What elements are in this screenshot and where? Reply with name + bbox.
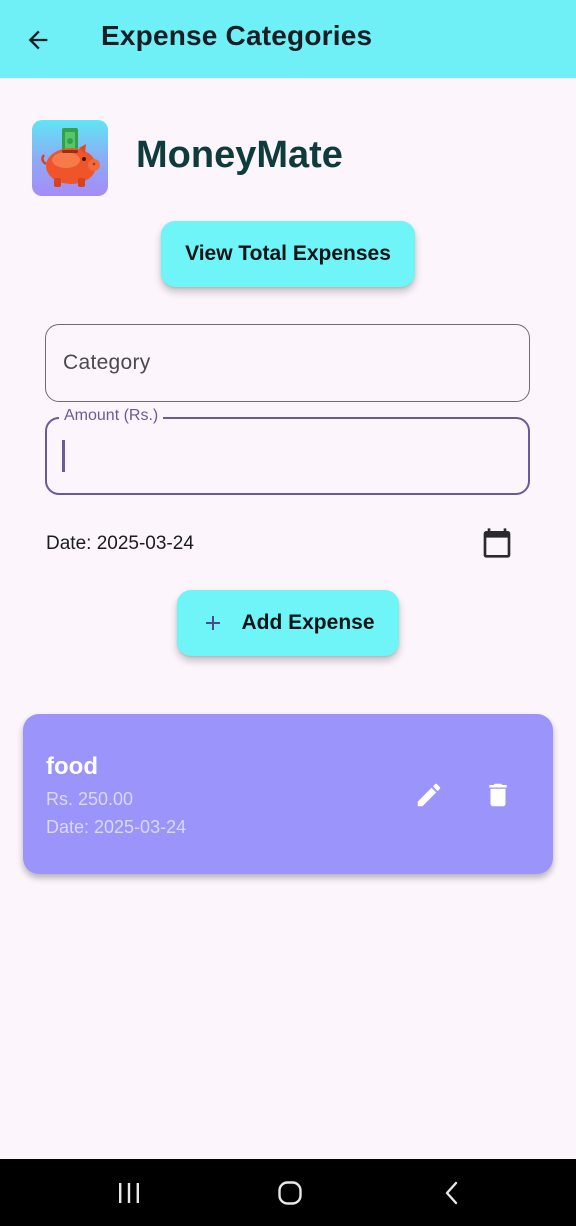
recent-apps-icon bbox=[119, 1183, 139, 1203]
app-logo bbox=[32, 120, 108, 196]
home-button[interactable] bbox=[270, 1177, 310, 1209]
expense-amount: Rs. 250.00 bbox=[46, 789, 134, 809]
view-total-expenses-label: View Total Expenses bbox=[185, 242, 391, 265]
arrow-back-icon bbox=[28, 30, 48, 50]
selected-date: Date: 2025-03-24 bbox=[46, 533, 194, 554]
edit-expense-button[interactable] bbox=[414, 780, 444, 810]
trash-icon bbox=[489, 783, 507, 807]
page-title: Expense Categories bbox=[101, 20, 373, 51]
app-screen: Expense Categories MoneyMate View Total … bbox=[0, 0, 576, 1226]
view-total-expenses-button[interactable]: View Total Expenses bbox=[161, 221, 415, 287]
add-expense-button[interactable]: Add Expense bbox=[177, 590, 399, 656]
category-field[interactable]: Category bbox=[45, 324, 530, 402]
brand-name: MoneyMate bbox=[136, 134, 343, 176]
text-cursor bbox=[62, 440, 65, 472]
category-placeholder: Category bbox=[63, 351, 151, 374]
plus-icon bbox=[201, 611, 225, 635]
pencil-icon bbox=[417, 783, 441, 807]
recent-apps-button[interactable] bbox=[109, 1177, 149, 1209]
app-bar: Expense Categories bbox=[0, 0, 576, 78]
amount-field[interactable]: Amount (Rs.) bbox=[45, 407, 530, 495]
system-navigation-bar bbox=[0, 1159, 576, 1226]
add-expense-label: Add Expense bbox=[241, 611, 375, 634]
nav-back-button[interactable] bbox=[432, 1177, 472, 1209]
delete-expense-button[interactable] bbox=[483, 780, 513, 810]
expense-category: food bbox=[46, 753, 98, 780]
calendar-icon bbox=[483, 528, 511, 558]
back-button[interactable] bbox=[20, 22, 56, 58]
expense-date: Date: 2025-03-24 bbox=[46, 817, 187, 837]
date-picker-button[interactable] bbox=[481, 527, 513, 559]
piggy-bank-icon bbox=[41, 128, 100, 187]
home-icon bbox=[278, 1181, 302, 1205]
expense-card: food Rs. 250.00 Date: 2025-03-24 bbox=[23, 714, 553, 874]
nav-back-icon bbox=[445, 1181, 458, 1205]
amount-label: Amount (Rs.) bbox=[59, 407, 164, 425]
